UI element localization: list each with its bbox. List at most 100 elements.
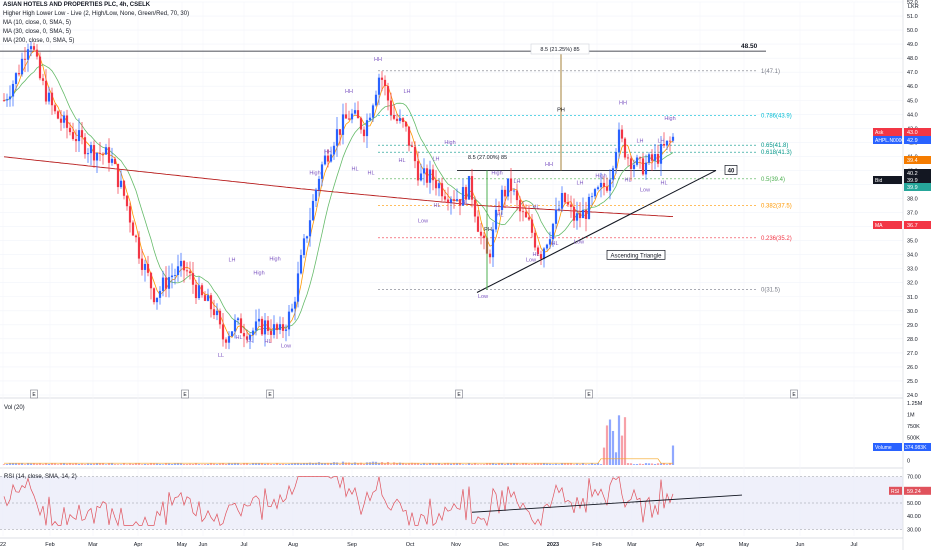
candle-body[interactable] (326, 155, 330, 162)
candle-body[interactable] (176, 266, 180, 276)
candle-body[interactable] (293, 301, 297, 309)
candle-body[interactable] (74, 139, 78, 142)
candle-body[interactable] (344, 114, 348, 119)
candle-body[interactable] (2, 100, 6, 102)
candle-body[interactable] (272, 324, 276, 335)
candle-body[interactable] (434, 180, 438, 189)
candle-body[interactable] (404, 121, 408, 127)
candle-body[interactable] (608, 179, 612, 191)
candle-body[interactable] (428, 169, 432, 183)
candle-body[interactable] (86, 153, 90, 155)
candle-body[interactable] (626, 157, 630, 159)
candle-body[interactable] (392, 114, 396, 119)
candle-body[interactable] (356, 110, 360, 119)
candle-body[interactable] (191, 273, 195, 285)
candle-body[interactable] (644, 162, 648, 175)
candle-body[interactable] (668, 140, 672, 142)
candle-body[interactable] (179, 260, 183, 267)
candle-body[interactable] (50, 92, 54, 106)
candle-body[interactable] (47, 92, 51, 102)
candle-body[interactable] (221, 324, 225, 340)
candle-body[interactable] (431, 169, 435, 181)
candle-body[interactable] (311, 200, 315, 221)
candle-body[interactable] (62, 115, 66, 123)
candle-body[interactable] (107, 147, 111, 163)
candle-body[interactable] (131, 222, 135, 236)
candle-body[interactable] (596, 187, 600, 190)
candle-body[interactable] (101, 153, 105, 155)
candle-body[interactable] (122, 180, 126, 196)
candle-body[interactable] (653, 154, 657, 161)
candle-body[interactable] (206, 295, 210, 301)
candle-body[interactable] (527, 217, 531, 220)
candle-body[interactable] (104, 147, 108, 155)
candle-body[interactable] (158, 290, 162, 298)
candle-body[interactable] (380, 77, 384, 80)
candle-body[interactable] (419, 173, 423, 181)
candle-body[interactable] (500, 189, 504, 211)
candle-body[interactable] (584, 209, 588, 219)
candle-body[interactable] (89, 145, 93, 154)
candle-body[interactable] (557, 208, 561, 210)
candle-body[interactable] (422, 168, 426, 174)
candle-body[interactable] (665, 140, 669, 146)
candle-body[interactable] (23, 58, 27, 60)
candle-body[interactable] (83, 137, 87, 155)
candle-body[interactable] (569, 204, 573, 207)
candle-body[interactable] (116, 163, 120, 188)
candle-body[interactable] (257, 318, 261, 322)
candle-body[interactable] (5, 99, 9, 101)
candle-body[interactable] (578, 213, 582, 219)
candle-body[interactable] (521, 211, 525, 213)
candle-body[interactable] (230, 331, 234, 337)
candle-body[interactable] (68, 127, 72, 133)
candle-body[interactable] (266, 320, 270, 331)
candle-body[interactable] (95, 152, 99, 161)
candle-body[interactable] (209, 295, 213, 310)
candle-body[interactable] (56, 111, 60, 119)
candle-body[interactable] (35, 49, 39, 57)
candle-body[interactable] (467, 176, 471, 200)
candle-body[interactable] (563, 192, 567, 203)
candle-body[interactable] (173, 275, 177, 276)
candle-body[interactable] (152, 288, 156, 303)
chart-area[interactable]: 1(47.1) 0.786(43.9) 0.65(41.8) 0.618(41.3) 0… (0, 0, 932, 550)
candle-body[interactable] (8, 96, 12, 100)
candle-body[interactable] (398, 118, 402, 121)
candle-body[interactable] (299, 255, 303, 274)
candle-body[interactable] (314, 189, 318, 201)
candle-body[interactable] (140, 258, 144, 270)
candle-body[interactable] (197, 285, 201, 299)
indicator-hhll[interactable]: Higher High Lower Low - Live (2, High/Lo… (3, 10, 189, 18)
candle-body[interactable] (146, 263, 150, 273)
candle-body[interactable] (620, 129, 624, 139)
candle-body[interactable] (164, 277, 168, 289)
candle-body[interactable] (161, 277, 165, 291)
candle-body[interactable] (251, 330, 255, 335)
candle-body[interactable] (638, 157, 642, 159)
candle-body[interactable] (170, 275, 174, 278)
candle-body[interactable] (338, 129, 342, 135)
candle-body[interactable] (269, 330, 273, 335)
candle-body[interactable] (497, 209, 501, 211)
candle-body[interactable] (389, 100, 393, 115)
candle-body[interactable] (410, 145, 414, 147)
candle-body[interactable] (350, 113, 354, 120)
candle-body[interactable] (218, 310, 222, 325)
candle-body[interactable] (119, 180, 123, 188)
candle-body[interactable] (641, 158, 645, 175)
candle-body[interactable] (125, 195, 129, 207)
candle-body[interactable] (524, 211, 528, 218)
candle-body[interactable] (602, 182, 606, 187)
candle-body[interactable] (482, 235, 486, 239)
candle-body[interactable] (587, 196, 591, 219)
candle-body[interactable] (551, 223, 555, 240)
candle-body[interactable] (203, 295, 207, 301)
candle-body[interactable] (323, 155, 327, 165)
candle-body[interactable] (650, 154, 654, 161)
candle-body[interactable] (227, 336, 231, 343)
candle-body[interactable] (599, 182, 603, 188)
candle-body[interactable] (134, 235, 138, 238)
candle-body[interactable] (359, 118, 363, 130)
candle-body[interactable] (302, 238, 306, 256)
